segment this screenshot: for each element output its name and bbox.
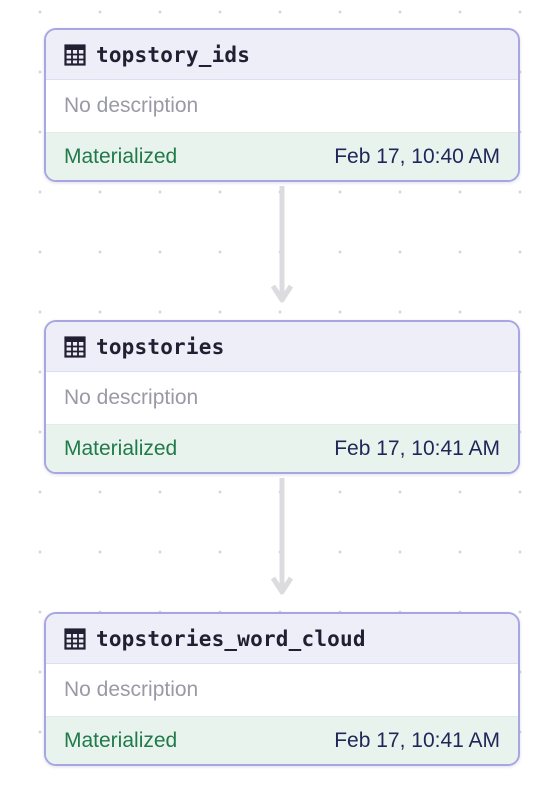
asset-graph-canvas[interactable]: topstory_ids No description Materialized… <box>0 0 558 790</box>
asset-node-status-bar: Materialized Feb 17, 10:41 AM <box>46 716 518 764</box>
asset-node-title[interactable]: topstories_word_cloud <box>96 627 366 651</box>
dependency-edge-2 <box>270 478 294 595</box>
dependency-edge-1 <box>270 186 294 303</box>
asset-node-status-bar: Materialized Feb 17, 10:40 AM <box>46 132 518 180</box>
asset-node-title[interactable]: topstories <box>96 335 224 359</box>
materialization-timestamp[interactable]: Feb 17, 10:41 AM <box>334 437 500 461</box>
asset-node-header[interactable]: topstory_ids <box>46 30 518 80</box>
table-icon <box>64 335 86 358</box>
asset-node-topstory-ids[interactable]: topstory_ids No description Materialized… <box>44 28 520 182</box>
asset-node-description: No description <box>46 80 518 132</box>
asset-node-topstories-word-cloud[interactable]: topstories_word_cloud No description Mat… <box>44 612 520 766</box>
asset-node-description: No description <box>46 372 518 424</box>
asset-node-header[interactable]: topstories <box>46 322 518 372</box>
asset-node-title[interactable]: topstory_ids <box>96 43 250 67</box>
asset-node-header[interactable]: topstories_word_cloud <box>46 614 518 664</box>
table-icon <box>64 627 86 650</box>
table-icon <box>64 43 86 66</box>
materialization-status: Materialized <box>64 145 178 168</box>
asset-node-description: No description <box>46 664 518 716</box>
asset-node-status-bar: Materialized Feb 17, 10:41 AM <box>46 424 518 472</box>
materialization-status: Materialized <box>64 729 178 752</box>
asset-node-topstories[interactable]: topstories No description Materialized F… <box>44 320 520 474</box>
materialization-status: Materialized <box>64 437 178 460</box>
materialization-timestamp[interactable]: Feb 17, 10:41 AM <box>334 729 500 753</box>
materialization-timestamp[interactable]: Feb 17, 10:40 AM <box>334 145 500 169</box>
